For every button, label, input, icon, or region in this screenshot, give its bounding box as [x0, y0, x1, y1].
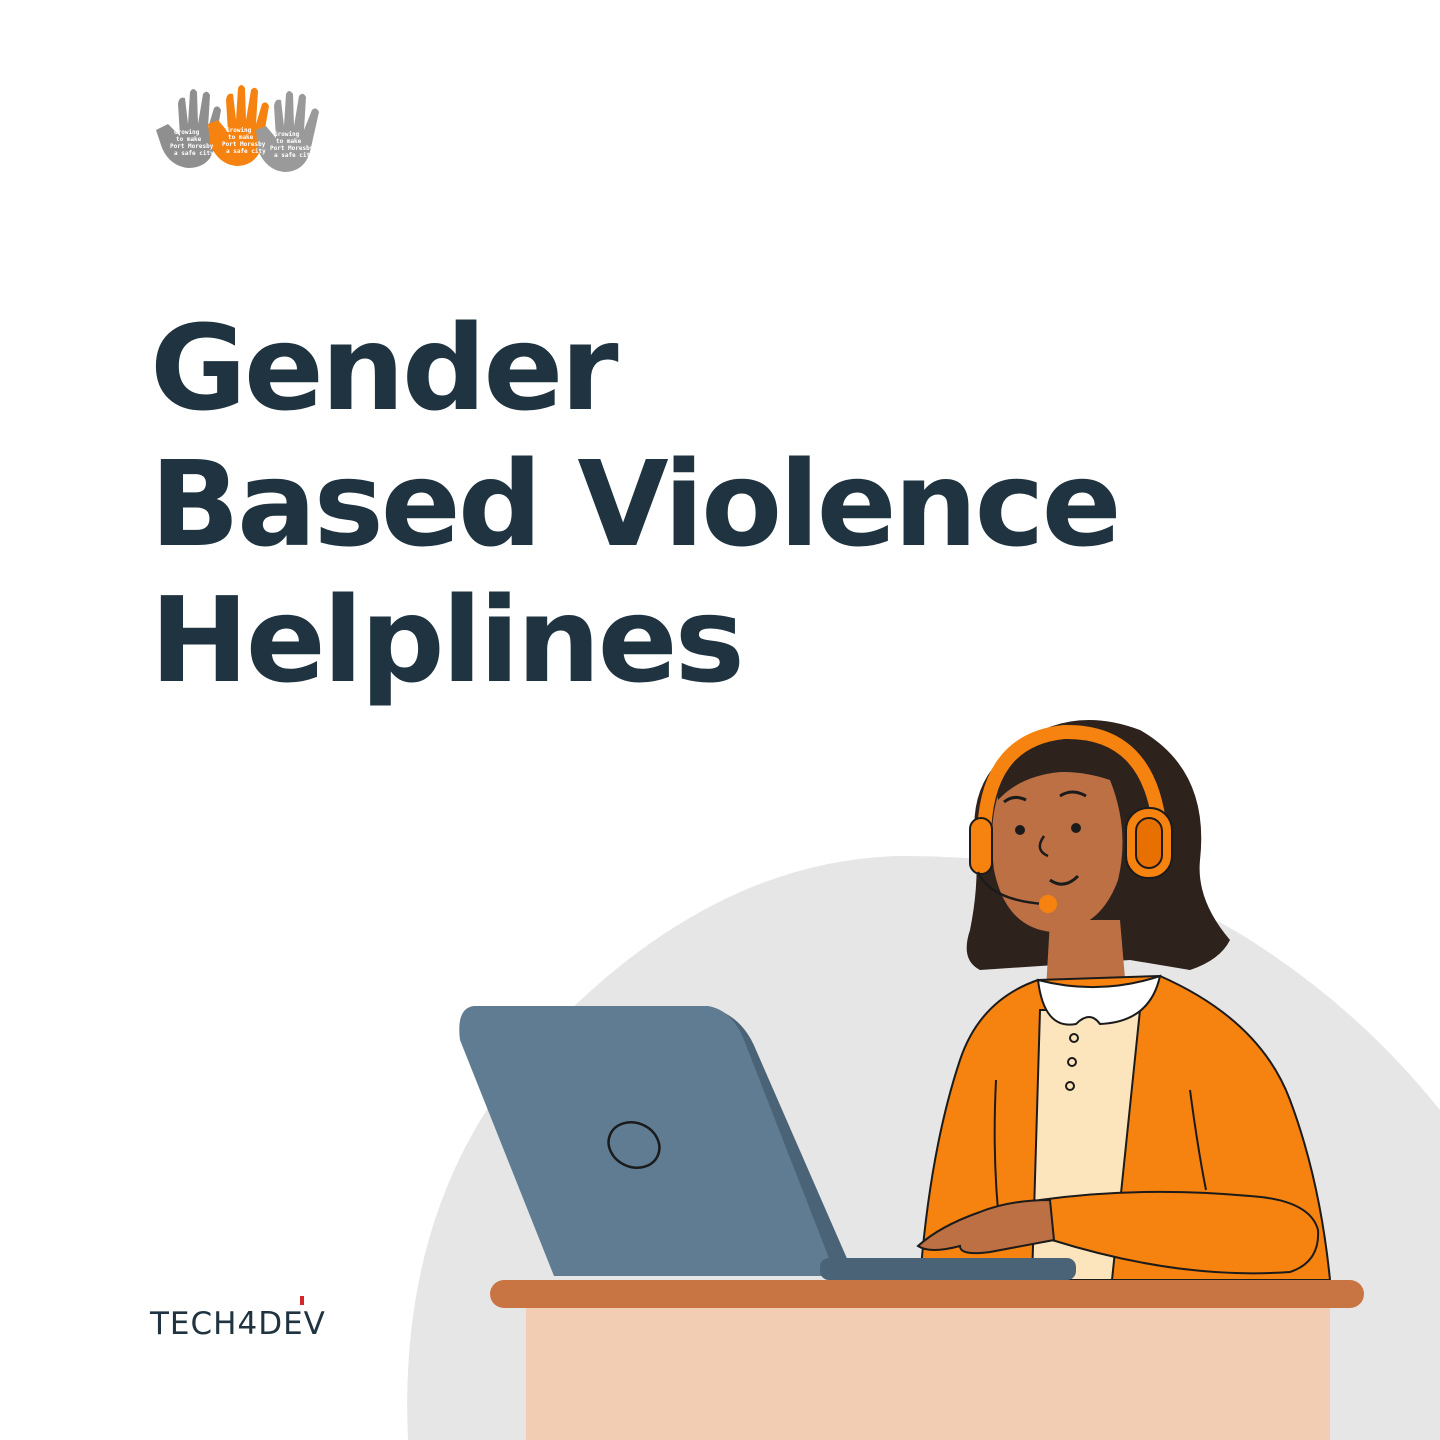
headline-line-3: Helplines	[150, 571, 745, 709]
brand-accent-mark	[300, 1296, 304, 1305]
operator-illustration	[407, 720, 1440, 1440]
desk-top	[490, 1280, 1364, 1308]
headline-line-1: Gender	[150, 299, 619, 437]
brand-name: TECH4DEV	[150, 1306, 326, 1342]
desk-front	[526, 1300, 1330, 1440]
headline: Gender Based Violence Helplines	[150, 299, 1122, 709]
headline-line-2: Based Violence	[150, 435, 1122, 573]
post-canvas: Growing to make Port Moresby a safe city…	[0, 0, 1440, 1440]
brand-logo: TECH4DEV	[150, 1296, 326, 1342]
laptop-base	[820, 1258, 1076, 1280]
